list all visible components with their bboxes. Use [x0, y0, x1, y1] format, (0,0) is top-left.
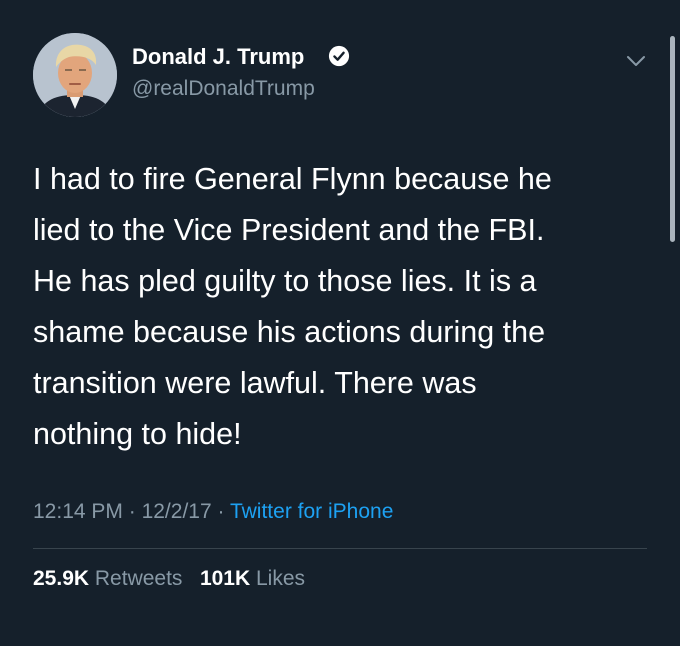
- author-name[interactable]: Donald J. Trump: [132, 44, 304, 70]
- tweet-text: I had to fire General Flynn because he l…: [33, 154, 633, 460]
- meta-separator: ·: [128, 500, 136, 523]
- tweet-text-line: lied to the Vice President and the FBI.: [33, 213, 545, 247]
- likes-count: 101K: [199, 567, 251, 590]
- tweet-text-line: transition were lawful. There was: [33, 366, 477, 400]
- tweet-text-line: shame because his actions during the: [33, 315, 546, 349]
- tweet-card: Donald J. Trump @realDonaldTrump I had t…: [0, 0, 680, 646]
- tweet-text-line: I had to fire General Flynn because he: [33, 162, 552, 196]
- likes-label: Likes: [256, 567, 306, 590]
- tweet-text-line: nothing to hide!: [33, 417, 242, 451]
- verified-badge-icon: [328, 45, 350, 67]
- retweets-stat[interactable]: 25.9K Retweets: [33, 567, 182, 590]
- retweets-label: Retweets: [94, 567, 183, 590]
- divider: [33, 548, 647, 549]
- scrollbar[interactable]: [670, 36, 675, 242]
- tweet-source-link[interactable]: Twitter for iPhone: [230, 500, 393, 523]
- tweet-stats: 25.9K Retweets 101K Likes: [33, 567, 305, 591]
- chevron-down-icon[interactable]: [626, 54, 646, 68]
- meta-separator: ·: [217, 500, 225, 523]
- tweet-date[interactable]: 12/2/17: [142, 500, 212, 523]
- tweet-text-line: He has pled guilty to those lies. It is …: [33, 264, 537, 298]
- tweet-meta: 12:14 PM · 12/2/17 · Twitter for iPhone: [33, 500, 393, 524]
- tweet-time[interactable]: 12:14 PM: [33, 500, 123, 523]
- author-handle[interactable]: @realDonaldTrump: [132, 77, 315, 101]
- avatar[interactable]: [33, 33, 117, 117]
- likes-stat[interactable]: 101K Likes: [200, 567, 305, 590]
- retweets-count: 25.9K: [33, 567, 90, 590]
- avatar-image: [33, 33, 117, 117]
